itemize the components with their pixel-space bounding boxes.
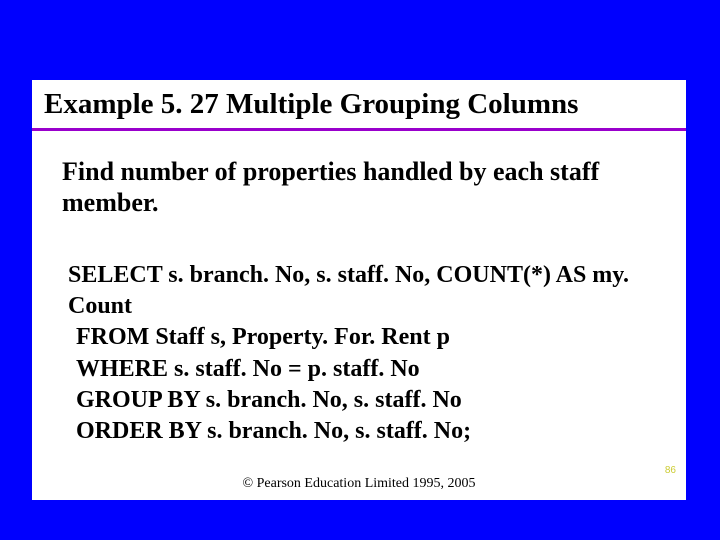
slide-title: Example 5. 27 Multiple Grouping Columns [44, 88, 578, 121]
page-number: 86 [665, 465, 676, 476]
title-underline [32, 128, 686, 131]
sql-line-where: WHERE s. staff. No = p. staff. No [68, 354, 686, 385]
sql-line-from: FROM Staff s, Property. For. Rent p [68, 322, 686, 353]
sql-line-orderby: ORDER BY s. branch. No, s. staff. No; [68, 416, 686, 447]
sql-block: SELECT s. branch. No, s. staff. No, COUN… [68, 260, 686, 447]
sql-line-select: SELECT s. branch. No, s. staff. No, COUN… [68, 260, 686, 322]
copyright-footer: © Pearson Education Limited 1995, 2005 [32, 476, 686, 492]
slide-content: Example 5. 27 Multiple Grouping Columns … [32, 80, 686, 500]
slide-description: Find number of properties handled by eac… [62, 156, 662, 218]
sql-line-groupby: GROUP BY s. branch. No, s. staff. No [68, 385, 686, 416]
